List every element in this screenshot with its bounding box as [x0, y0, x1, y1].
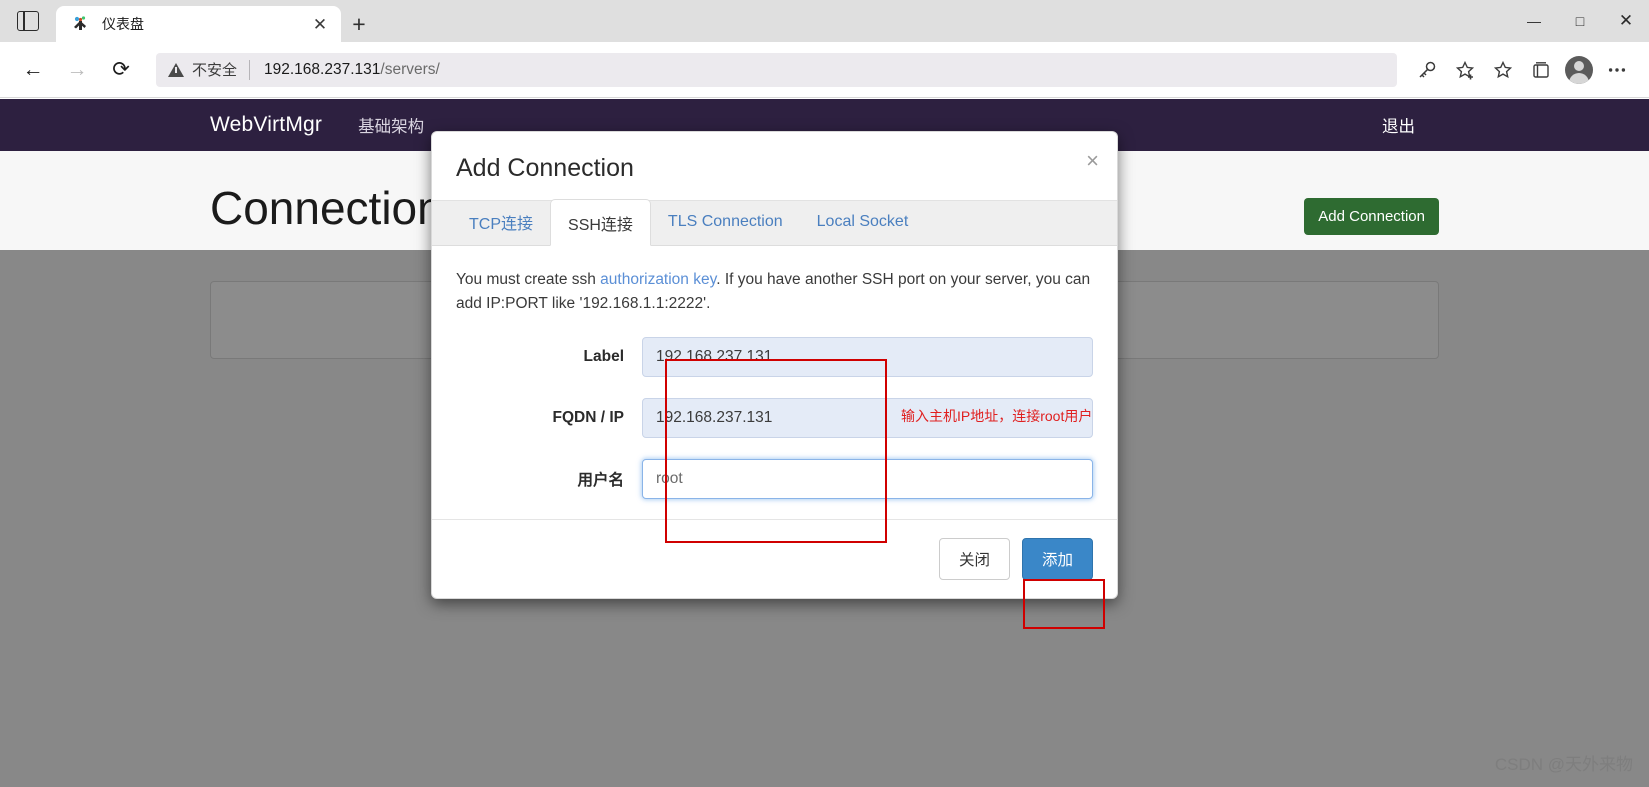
settings-and-more-icon[interactable]: [1599, 52, 1635, 88]
browser-window: 仪表盘 ✕ + — □ ✕ ← → ⟳ 不安全 192.168.237.131 …: [0, 0, 1649, 787]
site-brand[interactable]: WebVirtMgr: [210, 113, 322, 137]
logout-link[interactable]: 退出: [1382, 118, 1415, 136]
label-field-label: Label: [583, 348, 624, 366]
authorization-key-link[interactable]: authorization key: [600, 271, 716, 288]
toolbar-icons: [1407, 52, 1635, 88]
add-to-favorites-icon[interactable]: [1447, 52, 1483, 88]
modal-title: Add Connection: [456, 154, 634, 182]
key-icon[interactable]: [1409, 52, 1445, 88]
username-field-label: 用户名: [577, 472, 624, 490]
annotation-note: 输入主机IP地址，连接root用户: [901, 408, 1093, 424]
tab-actions-button[interactable]: [0, 0, 56, 42]
collections-icon[interactable]: [1523, 52, 1559, 88]
form-row-label: Label: [456, 337, 1093, 378]
profile-icon[interactable]: [1561, 52, 1597, 88]
minimize-button[interactable]: —: [1511, 0, 1557, 42]
modal-body: You must create ssh authorization key. I…: [432, 246, 1117, 519]
browser-toolbar: ← → ⟳ 不安全 192.168.237.131 /servers/: [0, 42, 1649, 98]
nav-item-infrastructure[interactable]: 基础架构: [358, 113, 424, 137]
favicon-icon: [72, 15, 90, 33]
browser-tab[interactable]: 仪表盘 ✕: [56, 6, 341, 42]
help-text-part1: You must create ssh: [456, 271, 601, 288]
tab-local-socket[interactable]: Local Socket: [800, 199, 926, 245]
form-row-username: 用户名: [456, 459, 1093, 500]
tab-tcp-connection[interactable]: TCP连接: [452, 199, 550, 245]
add-connection-button[interactable]: Add Connection: [1304, 198, 1439, 235]
navbar-right: 退出: [1382, 113, 1415, 137]
security-status-label: 不安全: [192, 62, 238, 79]
close-icon[interactable]: ×: [1086, 150, 1099, 172]
not-secure-warning-icon: [168, 62, 184, 77]
close-button[interactable]: 关闭: [938, 538, 1010, 581]
page-title: Connections: [210, 182, 466, 234]
ssh-help-text: You must create ssh authorization key. I…: [456, 268, 1093, 316]
watermark: CSDN @天外来物: [1494, 755, 1633, 774]
tab-list-icon: [17, 11, 39, 31]
maximize-button[interactable]: □: [1557, 0, 1603, 42]
tab-title: 仪表盘: [102, 16, 144, 32]
address-bar[interactable]: 不安全 192.168.237.131 /servers/: [156, 52, 1397, 87]
tab-ssh-connection[interactable]: SSH连接: [550, 199, 651, 246]
avatar: [1565, 55, 1593, 84]
fqdn-field-label: FQDN / IP: [552, 409, 624, 427]
omnibox-divider: [249, 59, 251, 80]
reload-icon[interactable]: ⟳: [102, 51, 140, 89]
modal-footer: 关闭 添加: [432, 519, 1117, 598]
tab-close-icon[interactable]: ✕: [307, 11, 333, 37]
modal-header: Add Connection ×: [432, 132, 1117, 200]
username-input[interactable]: [642, 459, 1093, 500]
back-icon[interactable]: ←: [14, 51, 52, 89]
modal-tabs: TCP连接 SSH连接 TLS Connection Local Socket: [432, 199, 1117, 246]
new-tab-button[interactable]: +: [341, 6, 377, 42]
window-controls: — □ ✕: [1511, 0, 1649, 42]
label-input[interactable]: [642, 337, 1093, 378]
browser-titlebar: 仪表盘 ✕ + — □ ✕: [0, 0, 1649, 42]
tab-tls-connection[interactable]: TLS Connection: [651, 199, 800, 245]
add-connection-modal: Add Connection × TCP连接 SSH连接 TLS Connect…: [431, 131, 1118, 600]
close-window-button[interactable]: ✕: [1603, 0, 1649, 42]
forward-icon[interactable]: →: [58, 51, 96, 89]
favorites-icon[interactable]: [1485, 52, 1521, 88]
url-host: 192.168.237.131: [264, 60, 381, 78]
submit-add-button[interactable]: 添加: [1021, 538, 1093, 581]
url-path: /servers/: [380, 60, 440, 78]
